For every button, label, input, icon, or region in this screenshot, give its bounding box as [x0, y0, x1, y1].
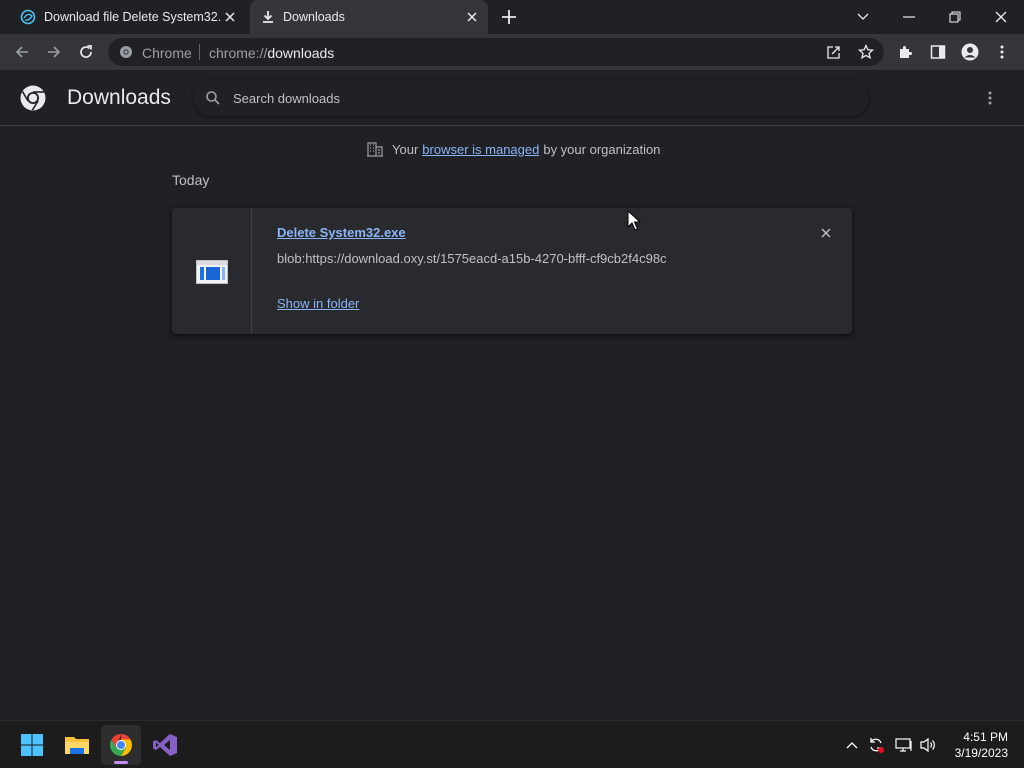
kebab-menu-icon [988, 91, 992, 105]
minimize-icon [903, 16, 915, 18]
reload-button[interactable] [74, 40, 98, 64]
remove-download-button[interactable] [818, 225, 834, 241]
search-input[interactable] [233, 88, 833, 108]
chrome-logo-icon [20, 85, 46, 111]
search-icon [206, 91, 220, 105]
managed-prefix: Your [392, 141, 419, 157]
tab-strip: Download file Delete System32.exe Downlo… [0, 0, 1024, 34]
volume-button[interactable] [918, 735, 938, 755]
url-text: chrome://downloads [209, 45, 334, 61]
forward-button[interactable] [42, 40, 66, 64]
close-window-button[interactable] [990, 6, 1012, 28]
start-button[interactable] [12, 725, 52, 765]
download-item: Delete System32.exe blob:https://downloa… [172, 208, 852, 334]
chevron-up-icon [846, 742, 858, 749]
clock-time: 4:51 PM [963, 730, 1008, 744]
chrome-taskbar-button[interactable] [101, 725, 141, 765]
download-icon [263, 11, 273, 23]
site-label: Chrome [142, 45, 192, 61]
network-button[interactable] [894, 735, 914, 755]
tab-title: Downloads [283, 10, 345, 24]
network-icon [895, 738, 912, 752]
file-name-link[interactable]: Delete System32.exe [277, 225, 406, 240]
url-scheme: chrome:// [209, 45, 268, 61]
url-host: downloads [267, 45, 335, 61]
omnibox-divider [199, 44, 200, 60]
side-panel-icon [930, 45, 946, 59]
chrome-icon [110, 734, 132, 756]
address-bar[interactable]: Chrome chrome://downloads [108, 38, 884, 66]
managed-notice: Your browser is managed by your organiza… [366, 140, 660, 158]
puzzle-icon [900, 46, 912, 58]
share-icon [827, 46, 840, 59]
clock-date: 3/19/2023 [954, 746, 1008, 760]
new-tab-button[interactable] [500, 8, 518, 26]
file-source-url: blob:https://download.oxy.st/1575eacd-a1… [277, 251, 667, 266]
sync-icon [870, 738, 884, 753]
managed-link[interactable]: browser is managed [422, 142, 539, 157]
tab-downloads[interactable]: Downloads [250, 0, 488, 34]
sync-tray-button[interactable] [866, 735, 886, 755]
visual-studio-button[interactable] [145, 725, 185, 765]
close-tab-icon[interactable] [464, 9, 480, 25]
file-icon-column [172, 208, 252, 334]
running-indicator [114, 761, 128, 764]
restore-icon [949, 11, 961, 23]
mouse-cursor-icon [627, 210, 641, 231]
building-icon [367, 142, 383, 157]
tab-title: Download file Delete System32.exe [44, 10, 220, 24]
minimize-button[interactable] [898, 6, 920, 28]
star-icon [858, 44, 874, 60]
chrome-menu-button[interactable] [990, 40, 1014, 64]
back-button[interactable] [10, 40, 34, 64]
show-hidden-icons-button[interactable] [842, 735, 862, 755]
executable-file-icon [196, 260, 228, 284]
tab-search-button[interactable] [852, 6, 874, 28]
chrome-site-icon [120, 46, 132, 58]
swirl-icon [20, 9, 36, 25]
taskbar: 4:51 PM 3/19/2023 [0, 720, 1024, 768]
file-explorer-icon [65, 737, 89, 754]
speaker-icon [920, 737, 935, 753]
close-icon [995, 11, 1007, 23]
close-icon [821, 228, 831, 238]
file-explorer-button[interactable] [57, 725, 97, 765]
kebab-menu-icon [1000, 45, 1004, 59]
date-group-header: Today [172, 172, 210, 188]
arrow-left-icon [15, 46, 28, 58]
managed-suffix: by your organization [543, 141, 661, 157]
downloads-header: Downloads [0, 70, 1024, 126]
tab-download-file[interactable]: Download file Delete System32.exe [0, 0, 246, 34]
search-box[interactable] [193, 80, 869, 116]
close-tab-icon[interactable] [222, 9, 238, 25]
bookmark-button[interactable] [854, 40, 878, 64]
plus-icon [502, 10, 516, 24]
reload-icon [80, 45, 92, 58]
avatar-icon [961, 43, 979, 61]
restore-button[interactable] [944, 6, 966, 28]
arrow-right-icon [48, 46, 61, 58]
taskbar-clock[interactable]: 4:51 PM 3/19/2023 [944, 729, 1008, 761]
share-button[interactable] [822, 40, 846, 64]
browser-toolbar: Chrome chrome://downloads [0, 34, 1024, 70]
profile-button[interactable] [958, 40, 982, 64]
windows-start-icon [21, 734, 43, 756]
show-in-folder-link[interactable]: Show in folder [277, 296, 359, 311]
chevron-down-icon [857, 13, 869, 20]
downloads-more-menu[interactable] [980, 87, 1000, 109]
page-title: Downloads [67, 86, 171, 109]
side-panel-button[interactable] [926, 40, 950, 64]
visual-studio-icon [153, 734, 177, 756]
extensions-button[interactable] [894, 40, 918, 64]
